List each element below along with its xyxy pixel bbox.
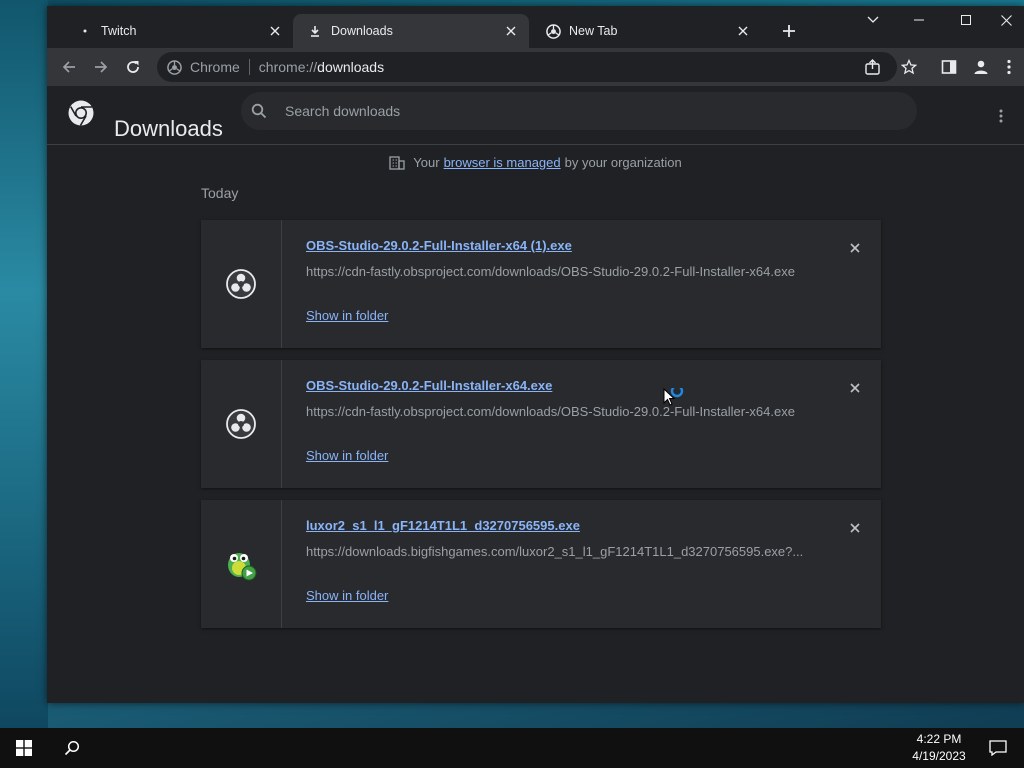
tab-strip: Twitch Downloads New Tab [47, 6, 1024, 48]
download-item: OBS-Studio-29.0.2-Full-Installer-x64.exe… [201, 360, 881, 488]
action-center-button[interactable] [978, 728, 1018, 768]
url-scheme: chrome:// [258, 59, 318, 75]
close-window-button[interactable] [989, 6, 1024, 34]
search-box [241, 92, 917, 130]
remove-download-button[interactable] [845, 238, 865, 258]
plus-icon [783, 25, 795, 37]
show-in-folder-link[interactable]: Show in folder [306, 448, 388, 463]
forward-button[interactable] [87, 53, 115, 81]
reload-button[interactable] [119, 53, 147, 81]
url-host: downloads [317, 59, 385, 75]
tab-title: Twitch [101, 24, 137, 38]
managed-link[interactable]: browser is managed [444, 155, 561, 170]
maximize-icon [961, 15, 971, 25]
show-in-folder-link[interactable]: Show in folder [306, 308, 388, 323]
search-icon [64, 740, 80, 756]
tab-title: New Tab [569, 24, 618, 38]
arrow-left-icon [62, 61, 75, 73]
avatar-icon [974, 60, 988, 74]
chrome-window: Twitch Downloads New Tab Chrome chrome:/… [47, 6, 1024, 703]
downloads-header: Downloads [47, 86, 1024, 145]
obs-icon [225, 408, 257, 440]
close-icon[interactable] [267, 23, 283, 39]
luxor-frog-icon [224, 547, 258, 581]
download-file-link[interactable]: OBS-Studio-29.0.2-Full-Installer-x64 (1)… [306, 238, 572, 253]
download-source-url: https://cdn-fastly.obsproject.com/downlo… [306, 404, 795, 419]
close-icon [1001, 14, 1012, 26]
close-icon [850, 383, 860, 393]
close-icon [850, 243, 860, 253]
maximize-button[interactable] [943, 6, 989, 34]
more-vert-icon [999, 109, 1003, 123]
obs-icon [225, 268, 257, 300]
search-icon [251, 103, 267, 119]
notification-icon [989, 740, 1007, 756]
clock-time: 4:22 PM [916, 732, 962, 746]
download-icon [307, 23, 323, 39]
chrome-logo-icon [67, 99, 95, 127]
remove-download-button[interactable] [845, 518, 865, 538]
managed-suffix: by your organization [564, 154, 682, 170]
building-icon [389, 154, 405, 170]
download-item: luxor2_s1_l1_gF1214T1L1_d3270756595.exe … [201, 500, 881, 628]
download-file-link[interactable]: OBS-Studio-29.0.2-Full-Installer-x64.exe [306, 378, 552, 393]
twitch-favicon [77, 23, 93, 39]
download-icon-cell [201, 500, 282, 628]
chrome-menu-button[interactable] [999, 53, 1019, 81]
back-button[interactable] [55, 53, 83, 81]
arrow-right-icon [95, 61, 108, 73]
start-button[interactable] [4, 728, 44, 768]
remove-download-button[interactable] [845, 378, 865, 398]
profile-button[interactable] [967, 53, 995, 81]
side-panel-icon [941, 60, 957, 74]
more-vert-icon [1007, 59, 1011, 75]
managed-notice: Your browser is managed by your organiza… [47, 150, 1024, 174]
reload-icon [127, 61, 139, 73]
system-clock[interactable]: 4:22 PM 4/19/2023 [900, 731, 978, 767]
share-icon[interactable] [864, 58, 882, 76]
download-icon-cell [201, 360, 282, 488]
download-item: OBS-Studio-29.0.2-Full-Installer-x64 (1)… [201, 220, 881, 348]
download-icon-cell [201, 220, 282, 348]
more-actions-button[interactable] [991, 104, 1011, 128]
minimize-button[interactable] [896, 6, 942, 34]
taskbar-search-button[interactable] [52, 728, 92, 768]
clock-date: 4/19/2023 [912, 749, 966, 763]
bookmark-button[interactable] [895, 53, 923, 81]
search-input[interactable] [283, 102, 887, 120]
side-panel-button[interactable] [935, 53, 963, 81]
download-source-url: https://cdn-fastly.obsproject.com/downlo… [306, 264, 795, 279]
windows-logo-icon [16, 740, 32, 756]
star-icon [901, 59, 917, 75]
address-bar[interactable]: Chrome chrome:// downloads [157, 52, 897, 82]
tab-search-button[interactable] [850, 6, 896, 34]
download-file-link[interactable]: luxor2_s1_l1_gF1214T1L1_d3270756595.exe [306, 518, 580, 533]
site-label: Chrome [190, 59, 240, 75]
managed-prefix: Your [413, 154, 440, 170]
chevron-down-icon [867, 16, 879, 23]
show-in-folder-link[interactable]: Show in folder [306, 588, 388, 603]
minimize-icon [914, 19, 924, 21]
close-icon[interactable] [503, 23, 519, 39]
tab-downloads[interactable]: Downloads [293, 14, 529, 48]
tab-new-tab[interactable]: New Tab [531, 14, 761, 48]
busy-cursor-icon [663, 384, 684, 410]
tab-twitch[interactable]: Twitch [63, 14, 293, 48]
new-tab-button[interactable] [776, 18, 802, 44]
tab-title: Downloads [331, 24, 393, 38]
chrome-icon [545, 23, 561, 39]
close-icon[interactable] [735, 23, 751, 39]
chrome-icon [167, 59, 182, 75]
taskbar: 4:22 PM 4/19/2023 [0, 728, 1024, 768]
close-icon [850, 523, 860, 533]
browser-toolbar: Chrome chrome:// downloads [47, 48, 1024, 86]
omnibox-divider [248, 59, 250, 75]
desktop-background [0, 0, 48, 728]
page-title: Downloads [114, 115, 223, 141]
download-source-url: https://downloads.bigfishgames.com/luxor… [306, 544, 804, 559]
date-section-label: Today [201, 185, 239, 201]
